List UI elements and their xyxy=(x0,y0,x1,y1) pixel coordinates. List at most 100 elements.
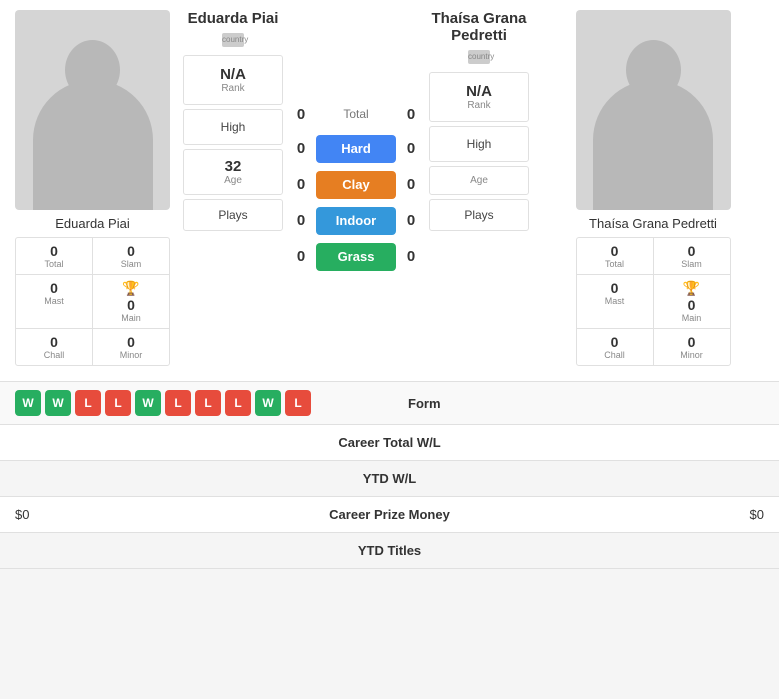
p2-total-score: 0 xyxy=(401,106,421,123)
total-surface-row: 0 Total 0 xyxy=(291,106,421,123)
player1-age-box: 32 Age xyxy=(183,149,283,195)
player1-rank-lbl: Rank xyxy=(189,83,277,94)
p1-trophy-icon: 🏆 xyxy=(96,280,166,297)
player1-rank-box: N/A Rank xyxy=(183,55,283,105)
p1-slam-lbl: Slam xyxy=(96,259,166,269)
player1-name-top: Eduarda Piai xyxy=(183,10,283,27)
player1-rank-val: N/A xyxy=(189,66,277,83)
p1-trophy-cell: 🏆 0 Main xyxy=(93,275,169,328)
player1-stats-col: Eduarda Piai country N/A Rank High 32 Ag… xyxy=(183,10,283,366)
player2-high-box: High xyxy=(429,126,529,162)
player2-flag: country xyxy=(468,50,490,64)
p1-chall-lbl: Chall xyxy=(19,350,89,360)
silhouette-body-p1 xyxy=(33,80,153,210)
p1-total-lbl: Total xyxy=(19,259,89,269)
ytd-titles-center: YTD Titles xyxy=(265,543,515,558)
p2-mast-val: 0 xyxy=(580,280,650,296)
player1-flag: country xyxy=(222,33,244,47)
p1-slam-val: 0 xyxy=(96,243,166,259)
grass-row: 0 Grass 0 xyxy=(291,243,421,271)
hard-badge: Hard xyxy=(316,135,396,163)
career-total-center: Career Total W/L xyxy=(265,435,515,450)
p1-clay-score: 0 xyxy=(291,176,311,193)
player-comparison: Eduarda Piai 0 Total 0 Slam 0 Mast 🏆 0 xyxy=(0,0,779,376)
player2-photo xyxy=(576,10,731,210)
form-badge-l: L xyxy=(165,390,191,416)
player1-stats-grid: 0 Total 0 Slam 0 Mast 🏆 0 Main 0 xyxy=(15,237,170,366)
p1-chall-val: 0 xyxy=(19,334,89,350)
player2-stats-grid: 0 Total 0 Slam 0 Mast 🏆 0 Main 0 xyxy=(576,237,731,366)
form-badge-w: W xyxy=(45,390,71,416)
p1-mast-cell: 0 Mast xyxy=(16,275,92,328)
prize-money-row: $0 Career Prize Money $0 xyxy=(0,497,779,533)
form-badge-l: L xyxy=(225,390,251,416)
player1-plays-lbl: Plays xyxy=(189,208,277,222)
form-row: WWLLWLLLWL Form xyxy=(0,382,779,425)
silhouette-body-p2 xyxy=(593,80,713,210)
p1-mast-val: 0 xyxy=(19,280,89,296)
player2-stats-col: Thaísa Grana Pedretti country N/A Rank H… xyxy=(429,10,529,366)
p2-trophy-cell: 🏆 0 Main xyxy=(654,275,730,328)
prize-left: $0 xyxy=(15,507,265,522)
player1-photo xyxy=(15,10,170,210)
surface-col: 0 Total 0 0 Hard 0 0 Clay 0 0 Indoor 0 xyxy=(291,10,421,366)
p1-indoor-score: 0 xyxy=(291,212,311,229)
p1-minor-val: 0 xyxy=(96,334,166,350)
player2-name-photo: Thaísa Grana Pedretti xyxy=(589,216,717,231)
p2-clay-score: 0 xyxy=(401,176,421,193)
p1-total-cell: 0 Total xyxy=(16,238,92,274)
career-total-row: Career Total W/L xyxy=(0,425,779,461)
p1-minor-lbl: Minor xyxy=(96,350,166,360)
p1-minor-cell: 0 Minor xyxy=(93,329,169,365)
ytd-wl-row: YTD W/L xyxy=(0,461,779,497)
player1-photo-col: Eduarda Piai 0 Total 0 Slam 0 Mast 🏆 0 xyxy=(10,10,175,366)
form-badges: WWLLWLLLWL xyxy=(15,390,311,416)
prize-center: Career Prize Money xyxy=(265,507,515,522)
p1-main-val: 0 xyxy=(96,297,166,313)
p2-total-val: 0 xyxy=(580,243,650,259)
player1-name-photo: Eduarda Piai xyxy=(55,216,129,231)
player1-high-box: High xyxy=(183,109,283,145)
player2-country-row: country xyxy=(429,50,529,64)
form-badge-w: W xyxy=(255,390,281,416)
player2-high-val: High xyxy=(435,137,523,151)
prize-right: $0 xyxy=(514,507,764,522)
p1-total-score: 0 xyxy=(291,106,311,123)
p2-slam-lbl: Slam xyxy=(657,259,727,269)
ytd-titles-row: YTD Titles xyxy=(0,533,779,569)
player1-age-lbl: Age xyxy=(189,175,277,186)
clay-badge: Clay xyxy=(316,171,396,199)
p2-grass-score: 0 xyxy=(401,248,421,265)
player2-plays-lbl: Plays xyxy=(435,208,523,222)
p2-main-val: 0 xyxy=(657,297,727,313)
p2-chall-lbl: Chall xyxy=(580,350,650,360)
main-container: Eduarda Piai 0 Total 0 Slam 0 Mast 🏆 0 xyxy=(0,0,779,569)
p2-slam-cell: 0 Slam xyxy=(654,238,730,274)
player2-age-lbl: Age xyxy=(435,175,523,186)
player1-high-val: High xyxy=(189,120,277,134)
p2-slam-val: 0 xyxy=(657,243,727,259)
p1-total-val: 0 xyxy=(19,243,89,259)
form-label: Form xyxy=(311,396,538,411)
player2-age-box: Age xyxy=(429,166,529,195)
p2-indoor-score: 0 xyxy=(401,212,421,229)
indoor-badge: Indoor xyxy=(316,207,396,235)
p2-total-lbl: Total xyxy=(580,259,650,269)
bottom-section: WWLLWLLLWL Form Career Total W/L YTD W/L… xyxy=(0,381,779,569)
p2-minor-cell: 0 Minor xyxy=(654,329,730,365)
total-label: Total xyxy=(311,107,401,121)
form-badge-l: L xyxy=(75,390,101,416)
p2-chall-cell: 0 Chall xyxy=(577,329,653,365)
ytd-wl-center: YTD W/L xyxy=(265,471,515,486)
form-badge-l: L xyxy=(195,390,221,416)
player2-name-top: Thaísa Grana Pedretti xyxy=(429,10,529,44)
form-badge-l: L xyxy=(285,390,311,416)
p2-hard-score: 0 xyxy=(401,140,421,157)
p1-hard-score: 0 xyxy=(291,140,311,157)
p2-minor-lbl: Minor xyxy=(657,350,727,360)
form-badge-l: L xyxy=(105,390,131,416)
player2-rank-box: N/A Rank xyxy=(429,72,529,122)
p2-chall-val: 0 xyxy=(580,334,650,350)
p2-total-cell: 0 Total xyxy=(577,238,653,274)
player1-age-val: 32 xyxy=(189,158,277,175)
